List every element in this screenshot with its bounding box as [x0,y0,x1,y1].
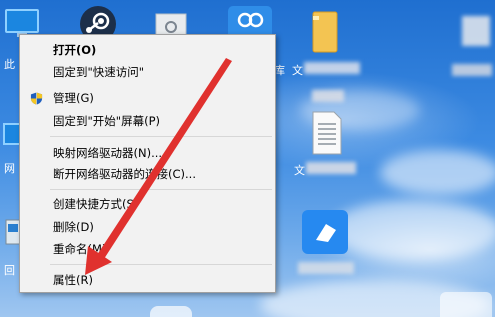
red-arrow-annotation [85,58,232,275]
